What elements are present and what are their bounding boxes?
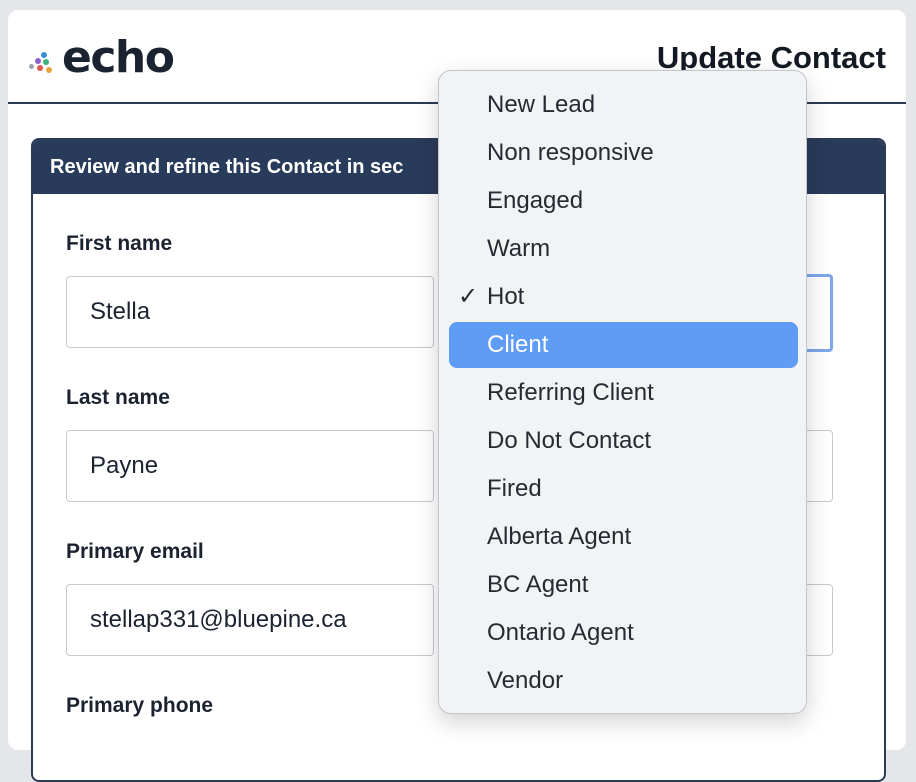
status-option[interactable]: Referring Client: [449, 370, 798, 416]
first-name-input[interactable]: Stella: [66, 276, 434, 348]
status-option[interactable]: Engaged: [449, 178, 798, 224]
primary-email-input[interactable]: stellap331@bluepine.ca: [66, 584, 434, 656]
status-option[interactable]: New Lead: [449, 82, 798, 128]
status-option-label: Hot: [487, 283, 525, 310]
status-option-label: Alberta Agent: [487, 523, 632, 550]
primary-email-label: Primary email: [66, 540, 204, 563]
status-option[interactable]: Vendor: [449, 658, 798, 704]
status-option[interactable]: Alberta Agent: [449, 514, 798, 560]
brand-name: echo: [62, 32, 175, 83]
status-option-label: Referring Client: [487, 379, 654, 406]
status-option-label: Ontario Agent: [487, 619, 634, 646]
status-option-label: Engaged: [487, 187, 584, 214]
status-option-label: Non responsive: [487, 139, 654, 166]
status-option-label: New Lead: [487, 91, 596, 118]
status-option[interactable]: Warm: [449, 226, 798, 272]
status-option[interactable]: Fired: [449, 466, 798, 512]
echo-logo[interactable]: echo: [28, 32, 175, 83]
status-option-label: Do Not Contact: [487, 427, 652, 454]
status-option[interactable]: Do Not Contact: [449, 418, 798, 464]
status-option[interactable]: ✓ Hot: [449, 274, 798, 320]
status-option[interactable]: Client: [449, 322, 798, 368]
last-name-input[interactable]: Payne: [66, 430, 434, 502]
status-option-label: Vendor: [487, 667, 564, 694]
last-name-label: Last name: [66, 386, 170, 409]
status-option[interactable]: BC Agent: [449, 562, 798, 608]
status-option[interactable]: Non responsive: [449, 130, 798, 176]
checkmark-icon: ✓: [458, 283, 479, 310]
status-option-label: BC Agent: [487, 571, 589, 598]
status-option-label: Client: [487, 331, 549, 358]
status-option-label: Fired: [487, 475, 542, 502]
first-name-label: First name: [66, 232, 173, 255]
primary-phone-label: Primary phone: [66, 694, 214, 717]
logo-mark-icon: [28, 43, 60, 77]
status-option-label: Warm: [487, 235, 551, 262]
contact-status-dropdown-menu: New Lead Non responsive Engaged Warm ✓ Hot Cli…: [438, 70, 807, 714]
status-option[interactable]: Ontario Agent: [449, 610, 798, 656]
